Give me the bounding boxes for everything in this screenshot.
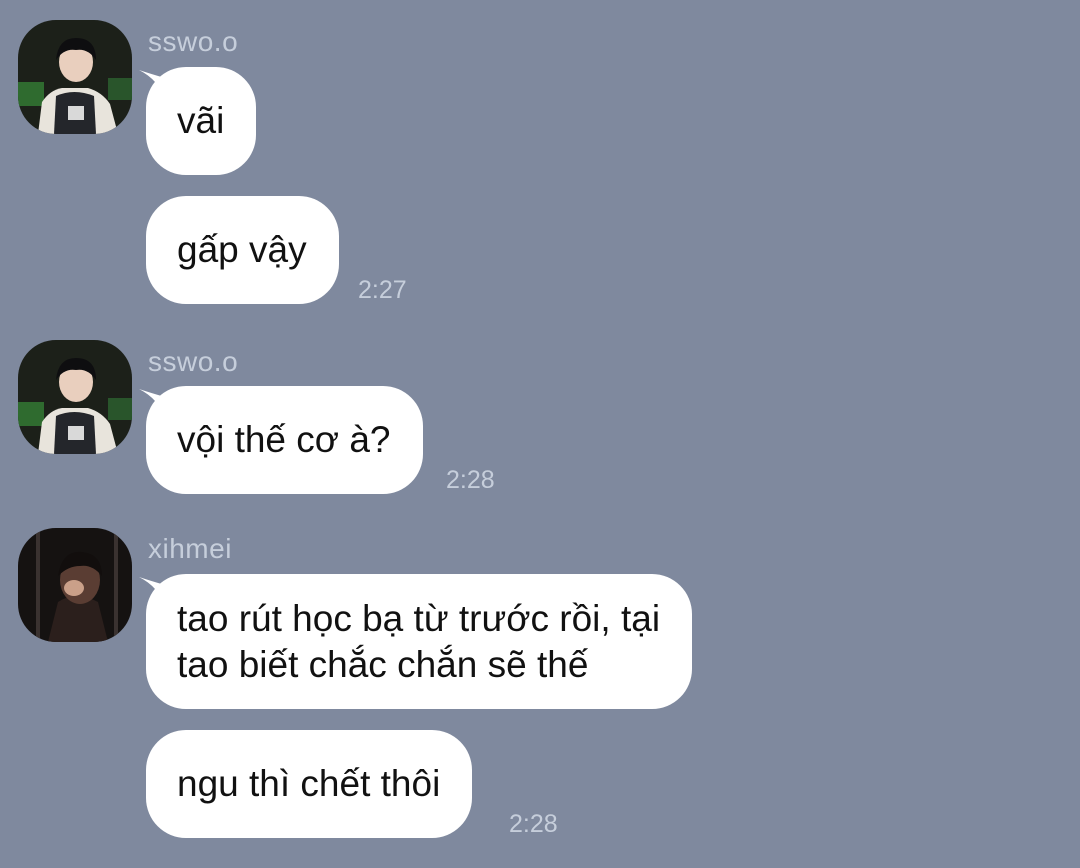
avatar-sswo[interactable] [18, 340, 132, 454]
sender-name: sswo.o [148, 26, 239, 57]
user-photo-icon [18, 20, 132, 134]
avatar-sswo[interactable] [18, 20, 132, 134]
message-bubble[interactable]: gấp vậy [146, 196, 339, 304]
message-timestamp: 2:27 [358, 276, 407, 304]
message-bubble[interactable]: vội thế cơ à? [146, 386, 423, 494]
message-text-line: tao rút học bạ từ trước rồi, tại [177, 598, 661, 639]
message-bubble[interactable]: vãi [146, 67, 257, 175]
chat-history: sswo.o vãi gấp vậy 2:27 sswo.o vội thế c… [0, 0, 1080, 868]
message-text: vãi [177, 100, 225, 141]
user-photo-icon [18, 528, 132, 642]
message-bubble[interactable]: tao rút học bạ từ trước rồi, tại tao biế… [146, 574, 693, 709]
message-text: vội thế cơ à? [177, 419, 391, 460]
message-timestamp: 2:28 [446, 466, 495, 494]
message-bubble[interactable]: ngu thì chết thôi [146, 730, 473, 838]
avatar-xihmei[interactable] [18, 528, 132, 642]
message-text-line: tao biết chắc chắn sẽ thế [177, 644, 589, 685]
message-text: ngu thì chết thôi [177, 763, 441, 804]
sender-name: xihmei [148, 533, 232, 564]
message-text: gấp vậy [177, 229, 307, 270]
user-photo-icon [18, 340, 132, 454]
message-timestamp: 2:28 [509, 810, 558, 838]
sender-name: sswo.o [148, 346, 239, 377]
